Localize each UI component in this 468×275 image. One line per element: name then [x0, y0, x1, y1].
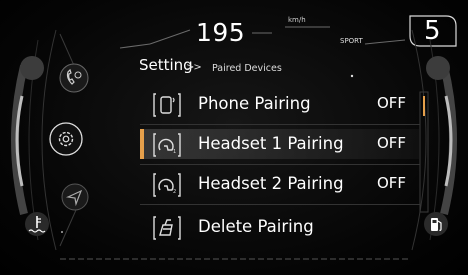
svg-text:1: 1 — [173, 149, 176, 155]
svg-text:2: 2 — [173, 189, 176, 195]
phone-call-icon[interactable] — [58, 62, 90, 94]
menu-item-label: Headset 1 Pairing — [198, 134, 344, 153]
menu-item-label: Phone Pairing — [198, 94, 311, 113]
headset-1-icon: 1 — [153, 133, 181, 157]
speed-readout: 195 — [196, 18, 246, 47]
menu-divider — [140, 164, 420, 165]
breadcrumb-separator: >> — [186, 62, 202, 73]
menu-item-value: OFF — [377, 174, 407, 192]
right-top-knob — [426, 56, 450, 80]
phone-pairing-icon — [153, 93, 181, 117]
speed-unit: km/h — [288, 16, 306, 24]
breadcrumb-title[interactable]: Setting — [139, 56, 193, 74]
menu-item-delete-pairing[interactable]: Delete Pairing — [140, 212, 420, 242]
menu-divider — [140, 204, 420, 205]
dashboard-screen: 195 km/h SPORT 5 Setting >> Paired Devic… — [0, 0, 468, 275]
menu-item-headset-2-pairing[interactable]: 2 Headset 2 Pairing OFF — [140, 169, 420, 199]
menu-item-value: OFF — [377, 94, 407, 112]
selection-accent — [140, 129, 144, 159]
menu-item-label: Headset 2 Pairing — [198, 174, 344, 193]
delete-pairing-icon — [153, 216, 181, 240]
settings-gear-icon[interactable] — [48, 121, 84, 157]
menu-item-value: OFF — [377, 134, 407, 152]
gear-indicator: 5 — [424, 16, 441, 46]
menu-item-label: Delete Pairing — [198, 217, 314, 236]
headset-2-icon: 2 — [153, 173, 181, 197]
menu-divider — [140, 124, 420, 125]
drive-mode-label: SPORT — [340, 37, 363, 45]
coolant-temperature-icon — [25, 212, 49, 236]
fuel-pump-icon — [424, 212, 448, 236]
breadcrumb-current: Paired Devices — [212, 63, 282, 74]
menu-item-phone-pairing[interactable]: Phone Pairing OFF — [140, 89, 420, 119]
navigation-arrow-icon[interactable] — [60, 182, 90, 212]
left-top-knob — [20, 56, 44, 80]
menu-item-headset-1-pairing[interactable]: 1 Headset 1 Pairing OFF — [140, 129, 420, 159]
